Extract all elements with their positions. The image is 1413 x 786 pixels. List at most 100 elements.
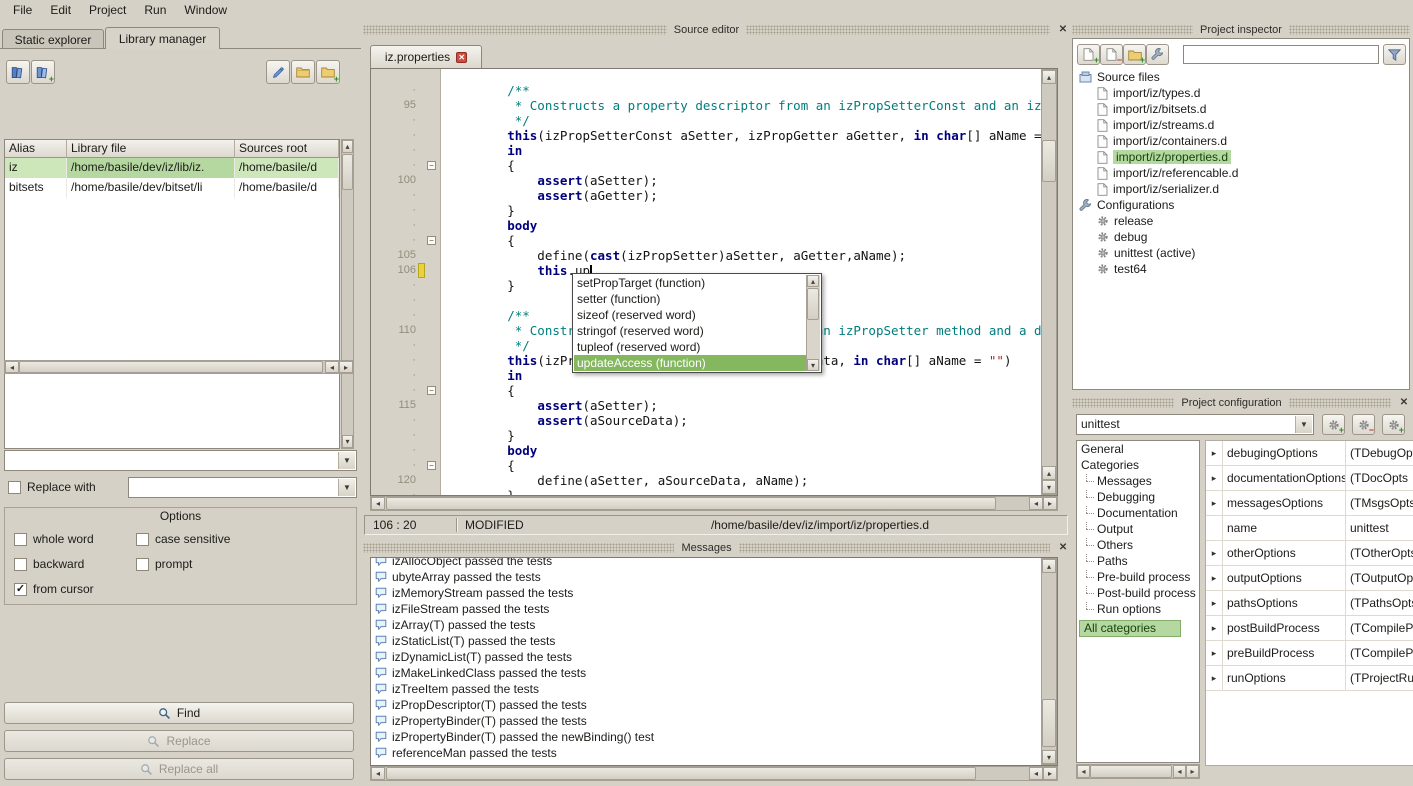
fold-marker[interactable]: − (427, 236, 436, 245)
category-item[interactable]: Debugging (1077, 489, 1199, 505)
tree-node-file[interactable]: import/iz/streams.d (1073, 117, 1409, 133)
chevron-down-icon[interactable]: ▼ (338, 452, 355, 469)
completion-item[interactable]: setter (function) (574, 291, 806, 307)
tab-static-explorer[interactable]: Static explorer (2, 29, 104, 49)
replace-all-button[interactable]: Replace all (4, 758, 354, 780)
table-row[interactable]: iz/home/basile/dev/iz/lib/iz./home/basil… (5, 158, 339, 178)
message-item[interactable]: izPropertyBinder(T) passed the tests (371, 713, 1057, 729)
messages-hscrollbar[interactable]: ◂ ◂ ▸ (370, 766, 1058, 781)
expander-icon[interactable]: ▸ (1206, 541, 1223, 565)
property-row[interactable]: ▸outputOptions(TOutputOpts (1206, 566, 1413, 591)
expander-icon[interactable]: ▸ (1206, 441, 1223, 465)
search-term-combobox[interactable]: ▼ (4, 450, 357, 471)
category-item[interactable]: Post-build process (1077, 585, 1199, 601)
tree-node-file[interactable]: import/iz/types.d (1073, 85, 1409, 101)
scroll-left-icon[interactable]: ◂ (1077, 765, 1090, 778)
property-grid[interactable]: ▸debugingOptions(TDebugOpts▸documentatio… (1205, 440, 1413, 766)
scroll-down-icon[interactable]: ▾ (1042, 750, 1056, 764)
remove-source-button[interactable]: − (1100, 44, 1123, 65)
scroll-left-icon[interactable]: ◂ (1029, 497, 1043, 510)
scroll-down-icon[interactable]: ▾ (1042, 480, 1056, 494)
message-item[interactable]: referenceMan passed the tests (371, 745, 1057, 761)
tree-node-configuration[interactable]: release (1073, 213, 1409, 229)
scroll-down-icon[interactable]: ▾ (342, 435, 353, 448)
category-item[interactable]: Categories (1077, 457, 1199, 473)
tree-node-configuration[interactable]: debug (1073, 229, 1409, 245)
add-configuration-button[interactable]: + (1322, 414, 1345, 435)
fold-marker[interactable]: − (427, 386, 436, 395)
message-item[interactable]: ubyteArray passed the tests (371, 569, 1057, 585)
code-line[interactable]: } (441, 428, 1041, 443)
scroll-right-icon[interactable]: ▸ (1186, 765, 1199, 778)
remove-library-button[interactable]: + (31, 60, 55, 84)
scrollbar-thumb[interactable] (386, 767, 976, 780)
property-row[interactable]: ▸otherOptions(TOtherOpts (1206, 541, 1413, 566)
message-item[interactable]: izMakeLinkedClass passed the tests (371, 665, 1057, 681)
code-line[interactable]: assert(aGetter); (441, 188, 1041, 203)
expander-icon[interactable]: ▸ (1206, 616, 1223, 640)
scroll-left-icon[interactable]: ◂ (371, 497, 385, 510)
code-line[interactable]: assert(aSetter); (441, 173, 1041, 188)
completion-item[interactable]: setPropTarget (function) (574, 275, 806, 291)
all-categories-button[interactable]: All categories (1079, 620, 1181, 637)
property-row[interactable]: nameunittest (1206, 516, 1413, 541)
option-from-cursor[interactable]: ✓from cursor (14, 582, 94, 596)
fold-marker[interactable]: − (427, 461, 436, 470)
menu-project[interactable]: Project (80, 1, 135, 19)
completion-item[interactable]: updateAccess (function) (574, 355, 806, 371)
checkbox-box[interactable] (8, 481, 21, 494)
checkbox-box[interactable] (136, 558, 149, 571)
option-backward[interactable]: backward (14, 557, 84, 571)
open-library-file-button[interactable] (291, 60, 315, 84)
code-line[interactable]: body (441, 218, 1041, 233)
scrollbar-thumb[interactable] (342, 154, 353, 190)
message-item[interactable]: izArray(T) passed the tests (371, 617, 1057, 633)
add-folder-button[interactable]: + (1123, 44, 1146, 65)
expander-icon[interactable]: ▸ (1206, 491, 1223, 515)
category-item[interactable]: Paths (1077, 553, 1199, 569)
tree-node-file[interactable]: import/iz/containers.d (1073, 133, 1409, 149)
clone-configuration-button[interactable]: + (1382, 414, 1405, 435)
expander-icon[interactable]: ▸ (1206, 641, 1223, 665)
property-row[interactable]: ▸runOptions(TProjectRun (1206, 666, 1413, 691)
property-row[interactable]: ▸postBuildProcess(TCompileProc (1206, 616, 1413, 641)
message-item[interactable]: izFileStream passed the tests (371, 601, 1057, 617)
replace-button[interactable]: Replace (4, 730, 354, 752)
expander-icon[interactable]: ▸ (1206, 466, 1223, 490)
scroll-right-icon[interactable]: ▸ (1043, 497, 1057, 510)
categories-hscrollbar[interactable]: ◂ ◂ ▸ (1076, 764, 1200, 779)
column-header[interactable]: Library file (67, 140, 235, 158)
scroll-left-icon[interactable]: ◂ (371, 767, 385, 780)
tree-node-configurations[interactable]: Configurations (1073, 197, 1409, 213)
tree-node-configuration[interactable]: test64 (1073, 261, 1409, 277)
message-item[interactable]: izTreeItem passed the tests (371, 681, 1057, 697)
completion-item[interactable]: tupleof (reserved word) (574, 339, 806, 355)
scroll-left-icon[interactable]: ◂ (325, 361, 339, 373)
message-item[interactable]: izPropertyBinder(T) passed the newBindin… (371, 729, 1057, 745)
tools-button[interactable] (1146, 44, 1169, 65)
menu-edit[interactable]: Edit (41, 1, 80, 19)
add-library-button[interactable] (6, 60, 30, 84)
category-item[interactable]: Messages (1077, 473, 1199, 489)
find-button[interactable]: Find (4, 702, 354, 724)
code-line[interactable]: } (441, 203, 1041, 218)
category-item[interactable]: Output (1077, 521, 1199, 537)
fold-marker[interactable]: − (427, 161, 436, 170)
code-line[interactable]: this(izPropSetterConst aSetter, izPropGe… (441, 128, 1041, 143)
scroll-left-icon[interactable]: ◂ (5, 361, 19, 373)
table-row[interactable]: bitsets/home/basile/dev/bitset/li/home/b… (5, 178, 339, 198)
close-icon[interactable]: ✕ (1398, 397, 1410, 409)
message-item[interactable]: izMemoryStream passed the tests (371, 585, 1057, 601)
messages-panel[interactable]: izAllocObject passed the testsubyteArray… (370, 557, 1058, 766)
library-table-vscrollbar[interactable]: ▴ ▾ (341, 139, 354, 449)
configuration-categories[interactable]: GeneralCategoriesMessagesDebuggingDocume… (1076, 440, 1200, 763)
menu-window[interactable]: Window (175, 1, 236, 19)
tab-close-icon[interactable]: ✕ (456, 52, 467, 63)
category-item[interactable]: Run options (1077, 601, 1199, 617)
code-line[interactable]: in (441, 143, 1041, 158)
replace-with-checkbox[interactable]: Replace with (8, 480, 96, 494)
edit-alias-button[interactable] (266, 60, 290, 84)
property-row[interactable]: ▸documentationOptions(TDocOpts (1206, 466, 1413, 491)
completion-item[interactable]: sizeof (reserved word) (574, 307, 806, 323)
editor-vscrollbar[interactable]: ▴ ▴ ▾ (1041, 69, 1057, 495)
